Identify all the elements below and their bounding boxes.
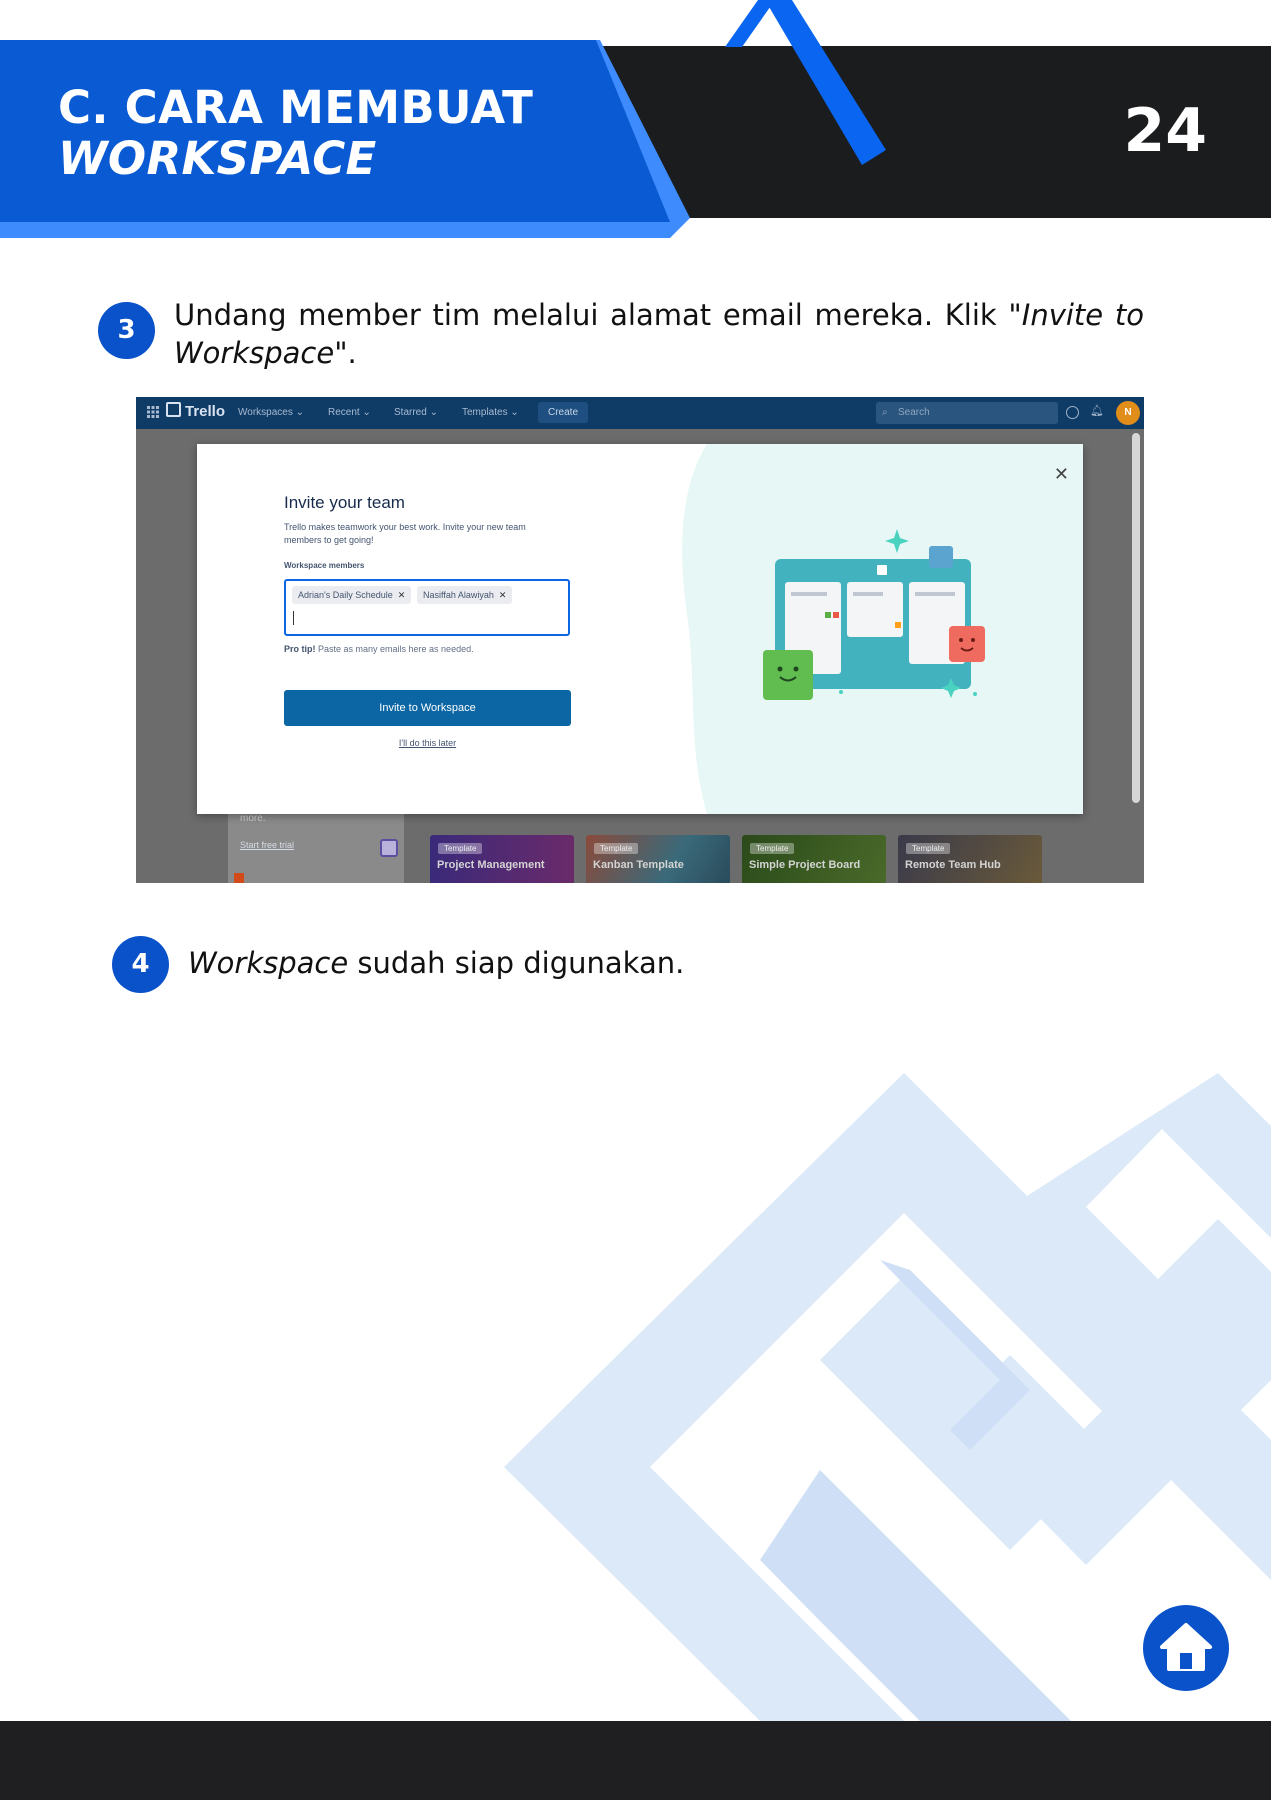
remove-chip-icon[interactable]: ✕ bbox=[499, 590, 507, 600]
template-card[interactable]: Template Remote Team Hub bbox=[898, 835, 1042, 883]
nav-recent-label: Recent bbox=[328, 407, 360, 418]
template-card[interactable]: Template Project Management bbox=[430, 835, 574, 883]
step-4-text-italic: Workspace bbox=[188, 946, 349, 980]
member-chip[interactable]: Nasiffah Alawiyah ✕ bbox=[417, 586, 513, 604]
scrollbar[interactable] bbox=[1132, 433, 1140, 803]
template-tag: Template bbox=[750, 843, 795, 854]
page-title-line1: C. CARA MEMBUAT bbox=[58, 81, 534, 134]
template-name: Kanban Template bbox=[593, 859, 684, 871]
bell-icon[interactable]: 🔔︎ bbox=[1090, 404, 1104, 417]
footer-bar bbox=[0, 1721, 1271, 1800]
info-icon[interactable] bbox=[1066, 406, 1079, 419]
trial-card-icon bbox=[380, 839, 398, 857]
modal-description: Trello makes teamwork your best work. In… bbox=[284, 522, 526, 545]
template-tag: Template bbox=[438, 843, 483, 854]
members-label: Workspace members bbox=[284, 561, 365, 570]
close-icon[interactable]: ✕ bbox=[1054, 464, 1069, 485]
search-icon: ⌕ bbox=[882, 407, 888, 418]
template-tag: Template bbox=[906, 843, 951, 854]
step-3-text-main: Undang member tim melalui alamat email m… bbox=[174, 298, 1022, 332]
search-input[interactable]: ⌕ Search bbox=[876, 402, 1058, 424]
trello-logo-text: Trello bbox=[185, 403, 226, 420]
start-trial-link[interactable]: Start free trial bbox=[240, 840, 294, 850]
nav-starred[interactable]: Starred ⌄ bbox=[394, 407, 438, 418]
member-chip-label: Adrian's Daily Schedule bbox=[298, 590, 393, 600]
workspace-icon bbox=[234, 873, 244, 883]
members-input[interactable]: Adrian's Daily Schedule ✕ Nasiffah Alawiy… bbox=[284, 579, 570, 636]
trello-topbar: Trello Workspaces ⌄ Recent ⌄ Starred ⌄ T… bbox=[136, 397, 1144, 429]
avatar[interactable]: N bbox=[1116, 401, 1140, 425]
text-caret bbox=[293, 611, 294, 625]
nav-starred-label: Starred bbox=[394, 407, 427, 418]
chevron-down-icon: ⌄ bbox=[362, 407, 371, 418]
remove-chip-icon[interactable]: ✕ bbox=[398, 590, 406, 600]
member-chip[interactable]: Adrian's Daily Schedule ✕ bbox=[292, 586, 412, 604]
create-button[interactable]: Create bbox=[538, 402, 589, 423]
home-button[interactable] bbox=[1143, 1605, 1229, 1691]
nav-workspaces-label: Workspaces bbox=[238, 407, 293, 418]
modal-title: Invite your team bbox=[284, 493, 405, 512]
trello-screenshot: Trello Workspaces ⌄ Recent ⌄ Starred ⌄ T… bbox=[136, 397, 1144, 883]
nav-templates-label: Templates bbox=[462, 407, 508, 418]
template-card[interactable]: Template Kanban Template bbox=[586, 835, 730, 883]
pro-tip: Pro tip! Paste as many emails here as ne… bbox=[284, 644, 474, 654]
nav-templates[interactable]: Templates ⌄ bbox=[462, 407, 519, 418]
nav-recent[interactable]: Recent ⌄ bbox=[328, 407, 371, 418]
home-icon bbox=[1160, 1623, 1212, 1671]
chevron-down-icon: ⌄ bbox=[510, 407, 519, 418]
step-3-text: Undang member tim melalui alamat email m… bbox=[174, 296, 1144, 372]
apps-grid-icon[interactable] bbox=[146, 405, 160, 419]
chevron-down-icon: ⌄ bbox=[295, 407, 305, 418]
member-chip-label: Nasiffah Alawiyah bbox=[423, 590, 494, 600]
template-name: Simple Project Board bbox=[749, 859, 861, 871]
pro-tip-text: Paste as many emails here as needed. bbox=[315, 644, 474, 654]
invite-to-workspace-button[interactable]: Invite to Workspace bbox=[284, 690, 571, 726]
trello-logo[interactable]: Trello bbox=[166, 402, 225, 420]
invite-team-modal: ✕ Invite your team Trello makes teamwork… bbox=[197, 444, 1083, 814]
step-4-text: Workspace sudah siap digunakan. bbox=[188, 944, 684, 982]
template-name: Remote Team Hub bbox=[905, 859, 1001, 871]
search-placeholder: Search bbox=[898, 407, 930, 418]
template-tag: Template bbox=[594, 843, 639, 854]
step-4-text-main: sudah siap digunakan. bbox=[348, 946, 685, 980]
step-3-badge: 3 bbox=[98, 302, 155, 359]
page-title-line2: WORKSPACE bbox=[58, 132, 377, 185]
trello-logo-icon bbox=[166, 402, 181, 417]
page-number: 24 bbox=[1123, 96, 1208, 166]
background-deco-shapes bbox=[504, 1073, 1271, 1721]
step-3-text-end: . bbox=[347, 336, 357, 370]
pro-tip-label: Pro tip! bbox=[284, 644, 316, 654]
page-title: C. CARA MEMBUAT WORKSPACE bbox=[58, 82, 533, 184]
team-illustration bbox=[682, 444, 1083, 814]
chevron-down-icon: ⌄ bbox=[429, 407, 438, 418]
template-name: Project Management bbox=[437, 859, 545, 871]
nav-workspaces[interactable]: Workspaces ⌄ bbox=[238, 407, 304, 418]
trial-card-text: more. bbox=[240, 813, 266, 824]
step-4-badge: 4 bbox=[112, 936, 169, 993]
do-this-later-link[interactable]: I'll do this later bbox=[284, 738, 571, 748]
template-card[interactable]: Template Simple Project Board bbox=[742, 835, 886, 883]
